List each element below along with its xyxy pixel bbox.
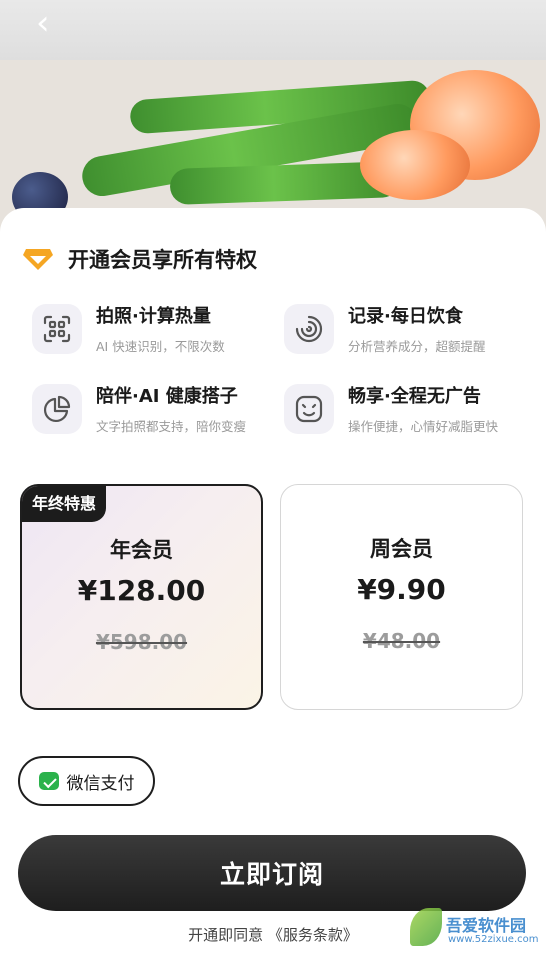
plan-price: ¥128.00 [77, 574, 206, 607]
membership-sheet: 开通会员享所有特权 拍照·计算热量 AI 快速识别，不限次数 记录·每日饮食 分… [0, 208, 546, 956]
pie-chart-icon [32, 384, 82, 434]
plan-price: ¥9.90 [357, 573, 446, 606]
watermark-url: www.52zixue.com [448, 934, 539, 945]
feature-item: 畅享·全程无广告 操作便捷，心情好减脂更快 [284, 384, 498, 435]
hero-food-photo: ‹ [0, 0, 546, 240]
diamond-icon [23, 249, 53, 270]
feature-item: 陪伴·AI 健康搭子 文字拍照都支持，陪你变瘦 [32, 384, 246, 435]
smile-icon [284, 384, 334, 434]
terms-link[interactable]: 《服务条款》 [268, 926, 358, 944]
ring-chart-icon [284, 304, 334, 354]
plan-card-weekly[interactable]: 周会员 ¥9.90 ¥48.00 [280, 484, 523, 710]
leaf-icon [410, 908, 442, 946]
wechat-pay-option[interactable]: 微信支付 [18, 756, 155, 806]
header: 开通会员享所有特权 [22, 244, 257, 274]
feature-subtitle: AI 快速识别，不限次数 [96, 339, 225, 354]
plan-original-price: ¥48.00 [362, 629, 441, 653]
feature-subtitle: 文字拍照都支持，陪你变瘦 [96, 419, 247, 434]
scan-icon [32, 304, 82, 354]
feature-item: 拍照·计算热量 AI 快速识别，不限次数 [32, 304, 225, 355]
plan-name: 年会员 [110, 538, 173, 562]
feature-item: 记录·每日饮食 分析营养成分，超额提醒 [284, 304, 486, 355]
feature-subtitle: 分析营养成分，超额提醒 [348, 339, 486, 354]
back-button[interactable]: ‹ [36, 6, 66, 40]
agreement-prefix: 开通即同意 [188, 926, 264, 944]
watermark-logo: 吾爱软件园 www.52zixue.com [410, 900, 540, 952]
feature-title: 记录·每日饮食 [348, 306, 463, 327]
promo-badge: 年终特惠 [22, 486, 107, 522]
plan-name: 周会员 [370, 537, 433, 561]
page-title: 开通会员享所有特权 [68, 248, 257, 272]
watermark-text: 吾爱软件园 [446, 916, 527, 935]
feature-subtitle: 操作便捷，心情好减脂更快 [348, 419, 499, 434]
payment-label: 微信支付 [66, 773, 135, 794]
plan-card-yearly[interactable]: 年终特惠 年会员 ¥128.00 ¥598.00 [20, 484, 263, 710]
wechat-pay-icon [38, 772, 59, 790]
shrimp-shape [360, 130, 470, 200]
feature-title: 畅享·全程无广告 [348, 386, 481, 407]
plan-original-price: ¥598.00 [95, 630, 188, 654]
feature-title: 拍照·计算热量 [96, 306, 211, 327]
chevron-left-icon: ‹ [36, 3, 50, 43]
feature-title: 陪伴·AI 健康搭子 [96, 386, 238, 407]
